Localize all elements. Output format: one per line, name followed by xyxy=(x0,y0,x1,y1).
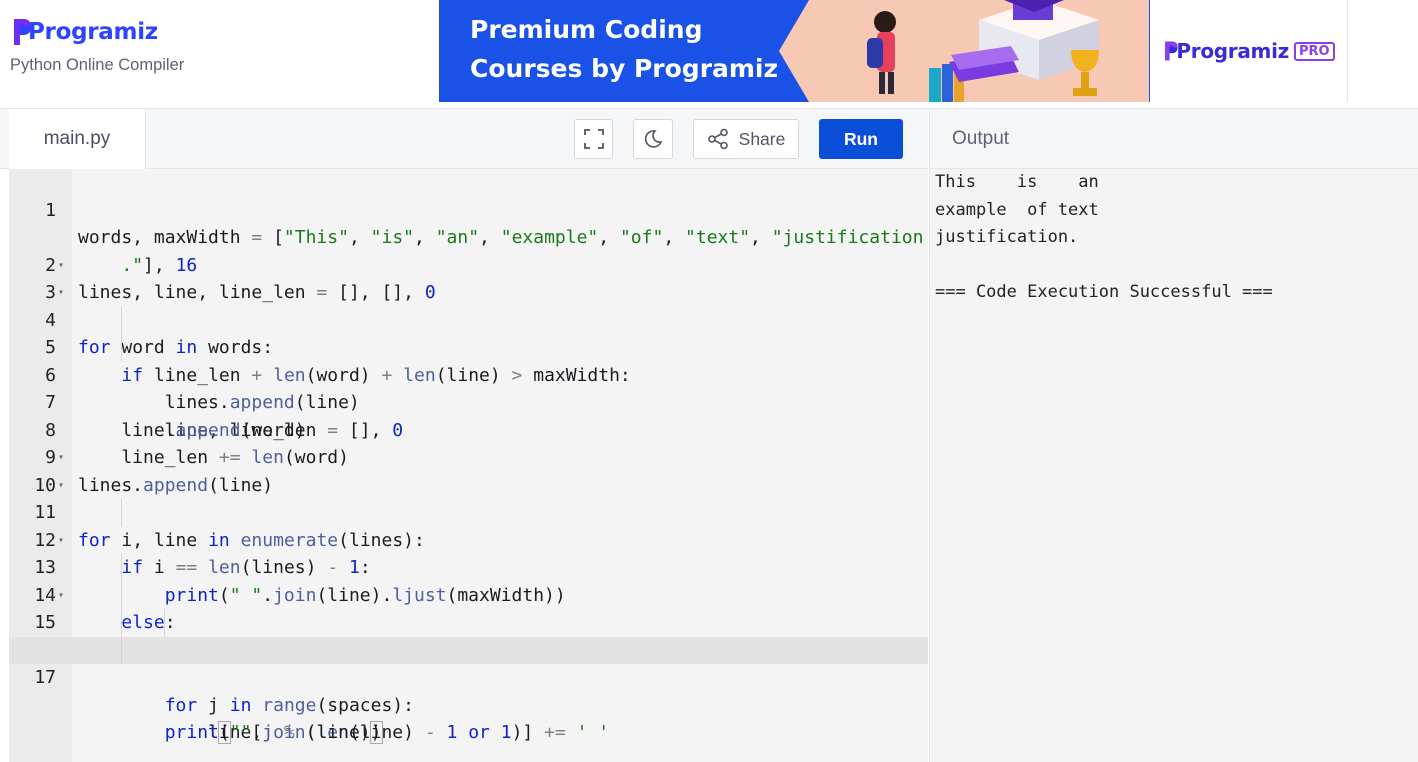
editor-toolbar: main.py Share Run xyxy=(0,109,928,169)
code-line[interactable]: 6 line, line_len = [], 0 xyxy=(9,334,928,441)
ad-banner[interactable]: Premium Coding Courses by Programiz Prog… xyxy=(439,0,1348,102)
fold-arrow-icon[interactable]: ▾ xyxy=(58,252,64,280)
line-number: 17 xyxy=(34,667,56,688)
code-line[interactable]: 1 words, maxWidth = ["This", "is", "an",… xyxy=(9,169,928,249)
output-console[interactable]: This is an example of text justification… xyxy=(929,169,1418,762)
code-line[interactable]: 16 line[j % (len(line) - 1 or 1)] += ' ' xyxy=(9,609,928,743)
fold-arrow-icon[interactable]: ▾ xyxy=(58,527,64,555)
banner-line-1: Premium Coding xyxy=(470,15,703,44)
pro-logo-wordmark: Programiz xyxy=(1176,39,1289,63)
dark-mode-button[interactable] xyxy=(633,119,673,159)
code-editor[interactable]: 1 words, maxWidth = ["This", "is", "an",… xyxy=(9,169,928,762)
fullscreen-icon xyxy=(583,129,604,149)
indent-guide xyxy=(121,306,122,334)
indent-guide xyxy=(121,636,122,664)
indent-guide xyxy=(164,609,165,637)
output-title: Output xyxy=(952,127,1010,149)
code-line[interactable]: 15 ▾ for j in range(spaces): xyxy=(9,581,928,716)
code-line[interactable]: 5 lines.append(line) xyxy=(9,306,928,413)
code-text[interactable]: for j in range(spaces): xyxy=(78,692,414,720)
run-button[interactable]: Run xyxy=(819,119,903,159)
code-line[interactable]: 2 lines, line, line_len = [], [], 0 xyxy=(9,224,928,304)
indent-guide xyxy=(121,499,122,527)
fold-arrow-icon[interactable]: ▾ xyxy=(58,582,64,610)
indent-guide xyxy=(121,334,122,362)
share-button[interactable]: Share xyxy=(693,119,799,159)
programiz-logo[interactable]: Programiz xyxy=(11,12,184,52)
code-lines[interactable]: 1 words, maxWidth = ["This", "is", "an",… xyxy=(9,169,928,744)
code-line[interactable]: 14 spaces = maxWidth - sum(len(word) for… xyxy=(9,554,928,661)
indent-guide xyxy=(121,581,122,609)
output-status-line: === Code Execution Successful === xyxy=(935,282,1273,302)
tab-main-py[interactable]: main.py xyxy=(9,109,146,169)
page-subtitle: Python Online Compiler xyxy=(10,56,185,74)
code-text[interactable]: print("".join(line)) xyxy=(78,719,383,747)
code-line-active[interactable]: 17 print("".join(line)) xyxy=(9,636,928,744)
code-line-wrap[interactable]: ."], 16 xyxy=(9,197,928,276)
pro-badge: PRO xyxy=(1293,41,1335,61)
fold-arrow-icon[interactable]: ▾ xyxy=(58,279,64,307)
share-icon xyxy=(707,128,728,150)
site-header: Programiz Python Online Compiler Premium… xyxy=(0,0,1418,109)
indent-guide xyxy=(121,554,122,582)
fold-arrow-icon[interactable]: ▾ xyxy=(58,472,64,500)
banner-illustration xyxy=(779,0,1149,102)
code-line[interactable]: 8 line_len += len(word) xyxy=(9,389,928,469)
output-header: Output xyxy=(929,109,1418,169)
code-line[interactable]: 12 print(" ".join(line).ljust(maxWidth)) xyxy=(9,499,928,606)
output-line: This is an xyxy=(935,172,1099,192)
share-label: Share xyxy=(738,128,786,149)
code-line[interactable]: 4 ▾ if line_len + len(word) + len(line) … xyxy=(9,279,928,386)
fullscreen-button[interactable] xyxy=(574,119,613,159)
logo-wordmark: Programiz xyxy=(28,19,158,45)
output-line: justification. xyxy=(935,227,1099,247)
programiz-pro-logo[interactable]: Programiz PRO xyxy=(1150,0,1347,102)
code-line[interactable]: 7 line.append(word) xyxy=(9,362,928,441)
code-line[interactable]: 11 ▾ if i == len(lines) - 1: xyxy=(9,472,928,579)
fold-arrow-icon[interactable]: ▾ xyxy=(58,444,64,472)
code-line[interactable]: 10 ▾ for i, line in enumerate(lines): xyxy=(9,444,928,551)
code-line[interactable]: 13 ▾ else: xyxy=(9,527,928,634)
indent-guide xyxy=(121,609,122,637)
code-line[interactable]: 3 ▾ for word in words: xyxy=(9,252,928,359)
brand[interactable]: Programiz Python Online Compiler xyxy=(10,12,185,75)
output-line: example of text xyxy=(935,199,1099,220)
moon-icon xyxy=(644,130,663,148)
banner-headline: Premium Coding Courses by Programiz xyxy=(470,10,778,88)
text-cursor xyxy=(381,722,383,744)
banner-line-2: Courses by Programiz xyxy=(470,54,779,83)
code-line[interactable]: 9 lines.append(line) xyxy=(9,417,928,496)
